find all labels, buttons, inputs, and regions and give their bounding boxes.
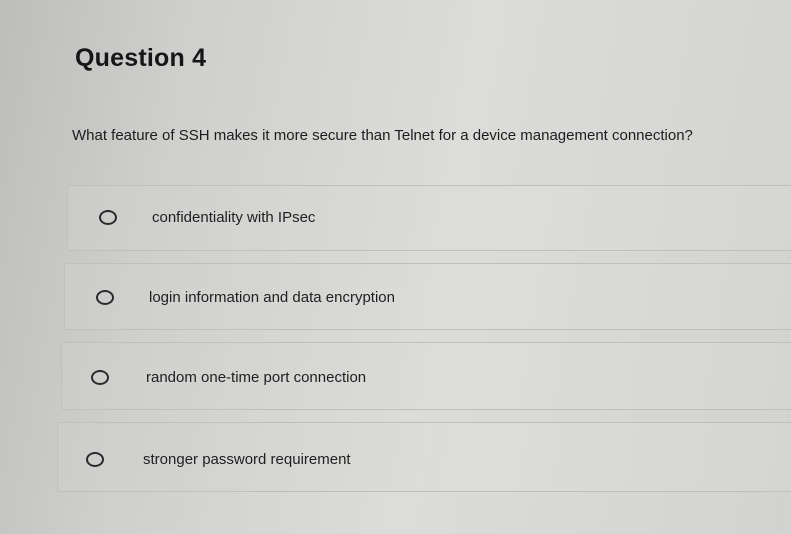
radio-button-3[interactable] [91,370,109,385]
answer-label-1: confidentiality with IPsec [152,209,316,226]
answer-label-2: login information and data encryption [149,289,395,306]
question-title: Question 4 [75,44,207,72]
answer-label-3: random one-time port connection [146,369,367,386]
question-text: What feature of SSH makes it more secure… [72,127,693,144]
quiz-page: Question 4 What feature of SSH makes it … [0,0,791,534]
radio-button-4[interactable] [86,452,104,467]
answer-option-4[interactable]: stronger password requirement [57,422,791,492]
radio-button-2[interactable] [96,290,114,305]
answer-option-2[interactable]: login information and data encryption [64,263,791,330]
radio-button-1[interactable] [99,210,117,225]
answer-label-4: stronger password requirement [143,451,351,468]
answer-option-3[interactable]: random one-time port connection [61,342,791,410]
answer-option-1[interactable]: confidentiality with IPsec [67,185,791,251]
